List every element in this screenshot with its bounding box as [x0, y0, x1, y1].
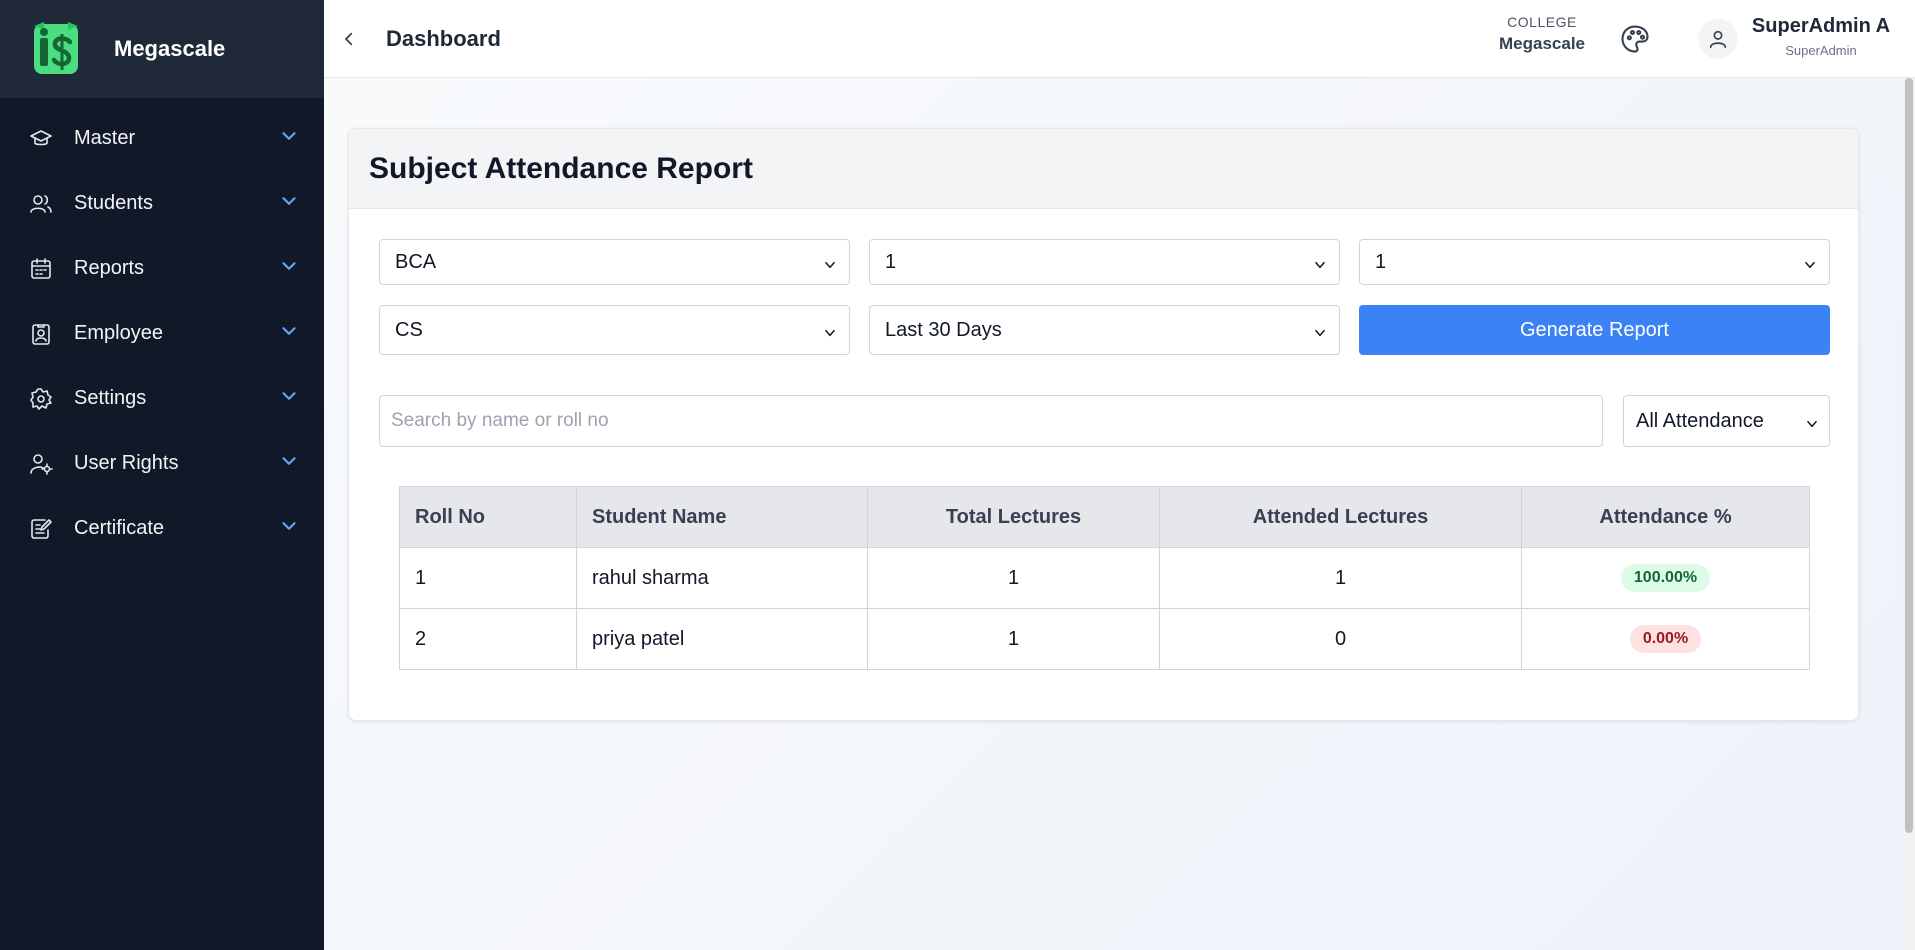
search-input[interactable] [379, 395, 1603, 447]
gear-icon [28, 386, 54, 412]
chevron-down-icon [278, 125, 300, 152]
chevron-down-icon [1313, 323, 1327, 346]
collapse-sidebar-button[interactable] [332, 22, 366, 56]
subject-select-value: CS [395, 318, 423, 341]
column-header-total-lectures[interactable]: Total Lectures [867, 486, 1160, 548]
brand-name: Megascale [114, 36, 226, 61]
sidebar-item-label: Certificate [74, 517, 165, 539]
sidebar-item-students[interactable]: Students [0, 171, 324, 236]
period-select-value: Last 30 Days [885, 318, 1002, 341]
top-header: Dashboard COLLEGE Megascale SuperAdmin A… [324, 0, 1915, 78]
sidebar-item-reports[interactable]: Reports [0, 236, 324, 301]
id-badge-icon [28, 321, 54, 347]
column-header-attended-lectures[interactable]: Attended Lectures [1159, 486, 1522, 548]
scrollbar-thumb[interactable] [1905, 78, 1913, 833]
calendar-report-icon [28, 256, 54, 282]
chevron-left-icon [345, 32, 353, 45]
chevron-down-icon [1803, 255, 1817, 278]
table-header-row: Roll No Student Name Total Lectures Atte… [399, 486, 1810, 548]
college-name: Megascale [1499, 34, 1585, 53]
main-content: Subject Attendance Report BCA 1 1 CS Las… [324, 78, 1903, 950]
course-select-value: BCA [395, 250, 437, 273]
chevron-down-icon [823, 323, 837, 346]
cell-total-lectures: 1 [867, 608, 1160, 670]
sidebar-item-employee[interactable]: Employee [0, 301, 324, 366]
users-icon [28, 191, 54, 217]
attendance-badge: 100.00% [1620, 564, 1711, 592]
user-info[interactable]: SuperAdmin A SuperAdmin [1746, 15, 1896, 58]
avatar[interactable] [1698, 19, 1738, 59]
megascale-logo-icon [34, 22, 78, 74]
cell-attendance-percent: 0.00% [1521, 608, 1810, 670]
user-name: SuperAdmin A [1751, 15, 1891, 37]
chevron-down-icon [1313, 255, 1327, 278]
cell-total-lectures: 1 [867, 547, 1160, 609]
sidebar-nav: Master Students Reports Employee Setting… [0, 98, 324, 561]
subject-select[interactable]: CS [379, 305, 850, 355]
cell-roll-no: 1 [399, 547, 577, 609]
attendance-filter-value: All Attendance [1636, 409, 1764, 432]
chevron-down-icon [278, 385, 300, 412]
chevron-down-icon [278, 255, 300, 282]
sidebar-item-label: Employee [74, 322, 163, 344]
column-header-student-name[interactable]: Student Name [576, 486, 868, 548]
sidebar-item-certificate[interactable]: Certificate [0, 496, 324, 561]
attendance-table: Roll No Student Name Total Lectures Atte… [399, 486, 1810, 670]
chevron-down-icon [278, 450, 300, 477]
palette-icon [1621, 25, 1649, 53]
page-title: Dashboard [386, 25, 501, 51]
sidebar-item-label: Settings [74, 387, 147, 409]
cell-student-name: rahul sharma [576, 547, 868, 609]
graduation-cap-icon [28, 126, 54, 152]
theme-button[interactable] [1618, 22, 1652, 56]
college-label: COLLEGE [1507, 14, 1577, 30]
chevron-down-icon [278, 515, 300, 542]
chevron-down-icon [278, 190, 300, 217]
sidebar: Megascale Master Students Reports Employ… [0, 0, 324, 950]
semester-select[interactable]: 1 [1359, 239, 1830, 285]
attendance-badge: 0.00% [1629, 625, 1702, 653]
page-scrollbar[interactable] [1903, 78, 1915, 950]
college-info: COLLEGE Megascale [1482, 14, 1602, 54]
cell-attended-lectures: 1 [1159, 547, 1522, 609]
chevron-down-icon [278, 320, 300, 347]
attendance-table-wrap: Roll No Student Name Total Lectures Atte… [399, 486, 1810, 670]
course-select[interactable]: BCA [379, 239, 850, 285]
brand[interactable]: Megascale [0, 0, 324, 98]
attendance-filter-select[interactable]: All Attendance [1623, 395, 1830, 447]
cell-student-name: priya patel [576, 608, 868, 670]
certificate-edit-icon [28, 516, 54, 542]
user-role: SuperAdmin [1785, 43, 1857, 58]
sidebar-item-user-rights[interactable]: User Rights [0, 431, 324, 496]
chevron-down-icon [1805, 414, 1819, 437]
sidebar-item-label: Master [74, 127, 136, 149]
chevron-down-icon [823, 255, 837, 278]
cell-attended-lectures: 0 [1159, 608, 1522, 670]
table-row: 2 priya patel 1 0 0.00% [399, 608, 1810, 670]
period-select[interactable]: Last 30 Days [869, 305, 1340, 355]
generate-report-button[interactable]: Generate Report [1359, 305, 1830, 355]
sidebar-item-settings[interactable]: Settings [0, 366, 324, 431]
report-card: Subject Attendance Report BCA 1 1 CS Las… [348, 128, 1859, 721]
cell-roll-no: 2 [399, 608, 577, 670]
report-card-header: Subject Attendance Report [349, 129, 1858, 209]
table-row: 1 rahul sharma 1 1 100.00% [399, 547, 1810, 609]
report-title: Subject Attendance Report [369, 151, 753, 185]
sidebar-item-label: Reports [74, 257, 145, 279]
semester-select-value: 1 [1375, 250, 1387, 273]
sidebar-item-label: Students [74, 192, 153, 214]
cell-attendance-percent: 100.00% [1521, 547, 1810, 609]
user-gear-icon [28, 451, 54, 477]
year-select-value: 1 [885, 250, 897, 273]
column-header-attendance-percent[interactable]: Attendance % [1521, 486, 1810, 548]
column-header-roll-no[interactable]: Roll No [399, 486, 577, 548]
sidebar-item-master[interactable]: Master [0, 106, 324, 171]
sidebar-item-label: User Rights [74, 452, 179, 474]
user-icon [1709, 30, 1727, 49]
year-select[interactable]: 1 [869, 239, 1340, 285]
